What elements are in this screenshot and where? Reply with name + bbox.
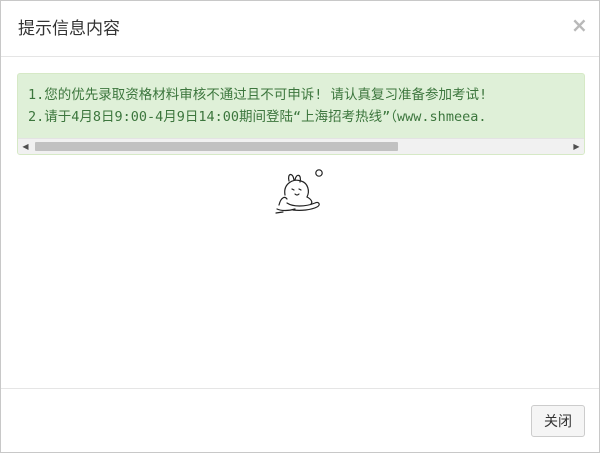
horizontal-scrollbar[interactable]: ◀ ▶ [18, 138, 584, 154]
message-dialog: 提示信息内容 × 1.您的优先录取资格材料审核不通过且不可申诉! 请认真复习准备… [0, 0, 600, 453]
close-button[interactable]: 关闭 [531, 405, 585, 437]
dialog-title: 提示信息内容 [18, 19, 120, 39]
scroll-left-arrow-icon[interactable]: ◀ [18, 139, 33, 154]
notice-box: 1.您的优先录取资格材料审核不通过且不可申诉! 请认真复习准备参加考试! 2.请… [17, 73, 585, 155]
scrollbar-thumb[interactable] [35, 142, 398, 151]
dialog-footer: 关闭 [1, 388, 599, 453]
notice-text: 1.您的优先录取资格材料审核不通过且不可申诉! 请认真复习准备参加考试! 2.请… [28, 84, 487, 128]
notice-line-1: 1.您的优先录取资格材料审核不通过且不可申诉! 请认真复习准备参加考试! [28, 87, 488, 103]
dialog-header: 提示信息内容 × [1, 1, 599, 57]
sad-bunny-emoticon-icon [271, 169, 329, 217]
close-icon[interactable]: × [571, 15, 588, 35]
notice-line-2: 2.请于4月8日9:00-4月9日14:00期间登陆“上海招考热线”（www.s… [28, 109, 487, 125]
scroll-right-arrow-icon[interactable]: ▶ [569, 139, 584, 154]
